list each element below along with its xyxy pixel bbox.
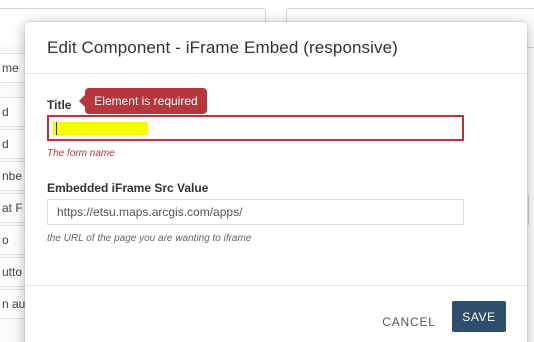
text-caret bbox=[56, 122, 57, 135]
edit-component-modal: Edit Component - iFrame Embed (responsiv… bbox=[25, 22, 527, 342]
title-help-text: The form name bbox=[47, 148, 115, 159]
cancel-button[interactable]: CANCEL bbox=[377, 308, 441, 336]
title-input[interactable] bbox=[47, 115, 464, 141]
src-input-wrapper bbox=[47, 199, 464, 225]
required-error-tooltip: Element is required bbox=[79, 88, 207, 114]
modal-header: Edit Component - iFrame Embed (responsiv… bbox=[25, 22, 527, 74]
background-divider bbox=[528, 195, 529, 225]
modal-title: Edit Component - iFrame Embed (responsiv… bbox=[47, 38, 398, 57]
save-button[interactable]: SAVE bbox=[452, 301, 506, 332]
screen: me d d nbe at F o utto n au Edit Compone… bbox=[0, 0, 534, 342]
src-help-text: the URL of the page you are wanting to i… bbox=[47, 233, 252, 244]
text-highlight bbox=[53, 122, 148, 135]
title-field-label: Title bbox=[47, 98, 72, 112]
src-field-label: Embedded iFrame Src Value bbox=[47, 181, 209, 195]
src-input[interactable] bbox=[48, 200, 463, 224]
